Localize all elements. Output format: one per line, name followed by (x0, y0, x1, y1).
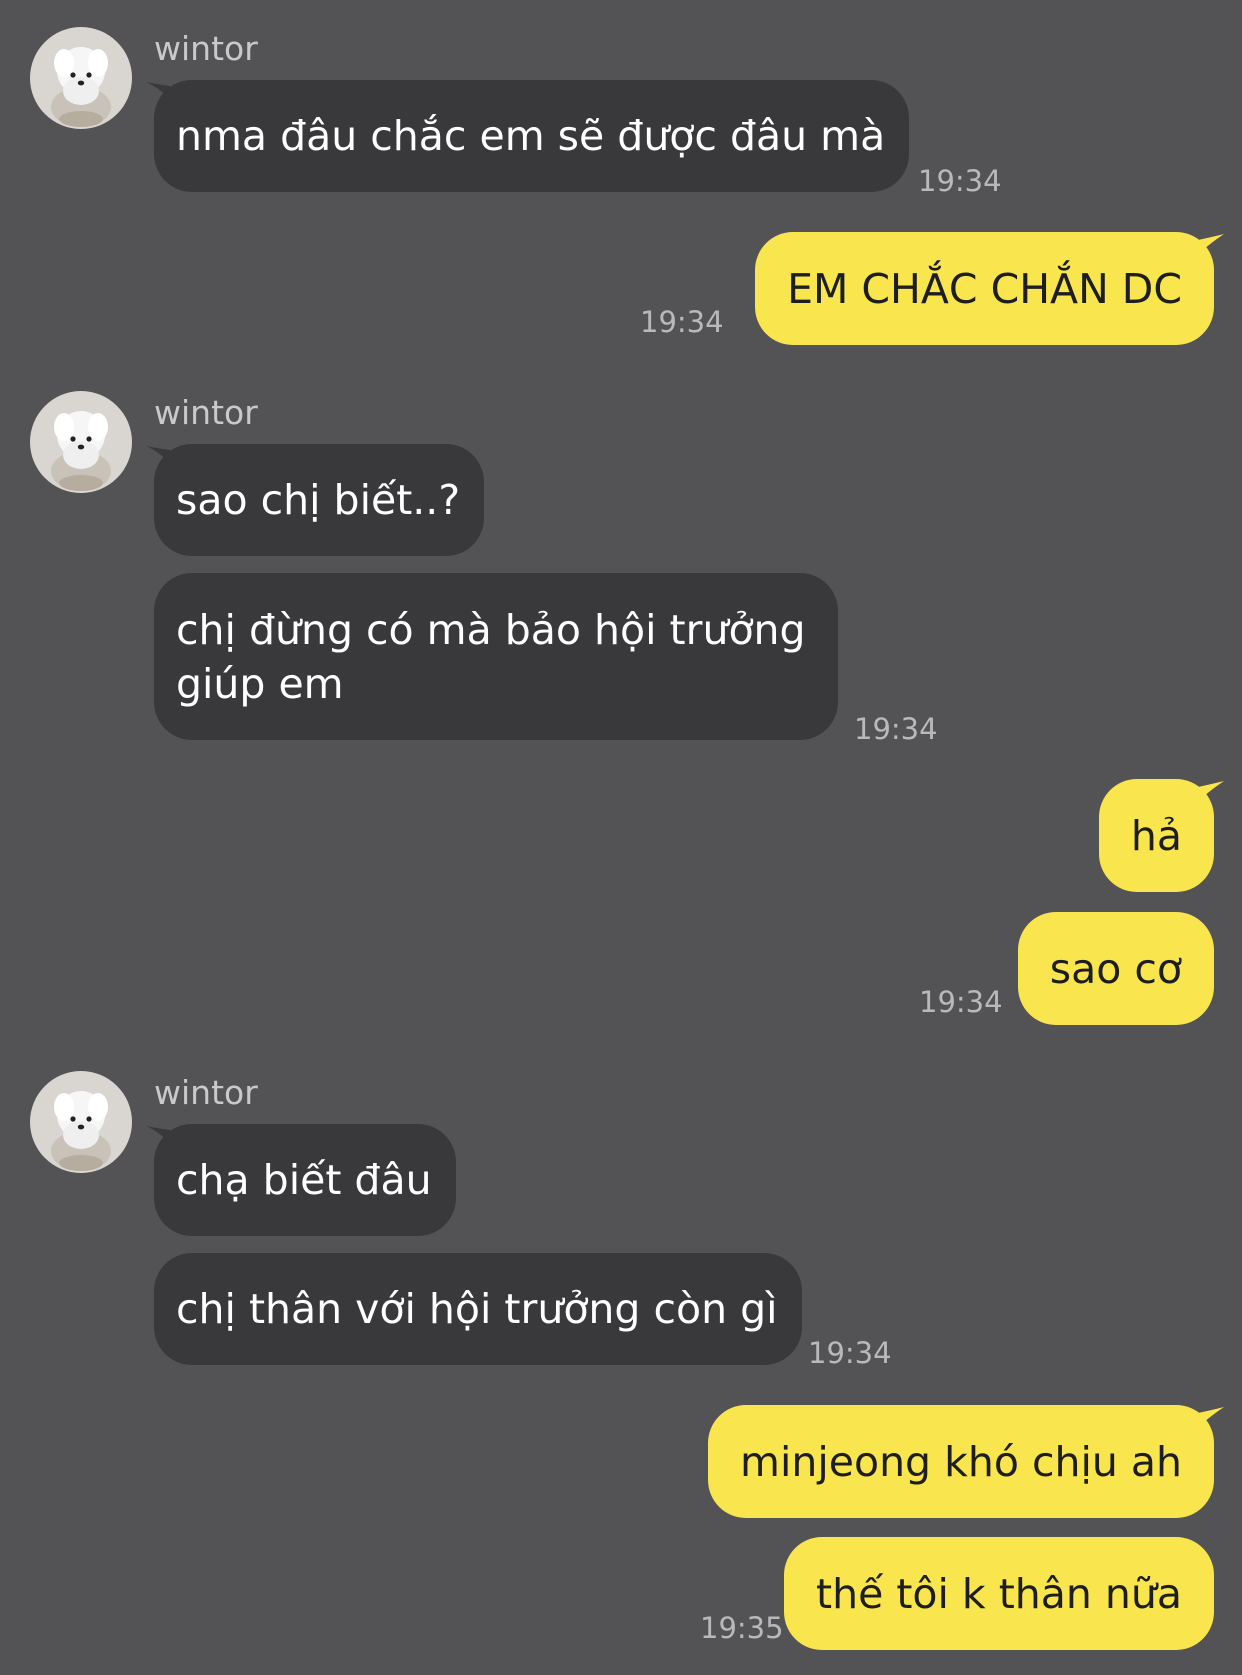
outgoing-message-bubble[interactable]: thế tôi k thân nữa (784, 1537, 1214, 1650)
message-timestamp: 19:35 (700, 1611, 784, 1645)
sender-name: wintor (154, 29, 258, 68)
incoming-message-bubble[interactable]: chị thân với hội trưởng còn gì (154, 1253, 802, 1365)
message-timestamp: 19:34 (918, 164, 1002, 198)
incoming-message-bubble[interactable]: chạ biết đâu (154, 1124, 456, 1236)
outgoing-message-bubble[interactable]: hả (1098, 779, 1214, 892)
message-timestamp: 19:34 (640, 305, 724, 339)
contact-avatar[interactable] (30, 1071, 132, 1173)
white-dog-avatar-icon (30, 1071, 132, 1173)
outgoing-message-bubble[interactable]: EM CHẮC CHẮN DC (755, 232, 1214, 345)
white-dog-avatar-icon (30, 391, 132, 493)
contact-avatar[interactable] (30, 27, 132, 129)
incoming-message-bubble[interactable]: chị đừng có mà bảo hội trưởng giúp em (154, 573, 838, 740)
message-timestamp: 19:34 (919, 985, 1003, 1019)
message-timestamp: 19:34 (808, 1336, 892, 1370)
outgoing-message-bubble[interactable]: minjeong khó chịu ah (708, 1405, 1214, 1518)
outgoing-message-bubble[interactable]: sao cơ (1017, 912, 1214, 1025)
incoming-message-bubble[interactable]: nma đâu chắc em sẽ được đâu mà (154, 80, 910, 192)
message-timestamp: 19:34 (854, 712, 938, 746)
white-dog-avatar-icon (30, 27, 132, 129)
contact-avatar[interactable] (30, 391, 132, 493)
incoming-message-bubble[interactable]: sao chị biết..? (154, 444, 485, 556)
sender-name: wintor (154, 393, 258, 432)
sender-name: wintor (154, 1073, 258, 1112)
